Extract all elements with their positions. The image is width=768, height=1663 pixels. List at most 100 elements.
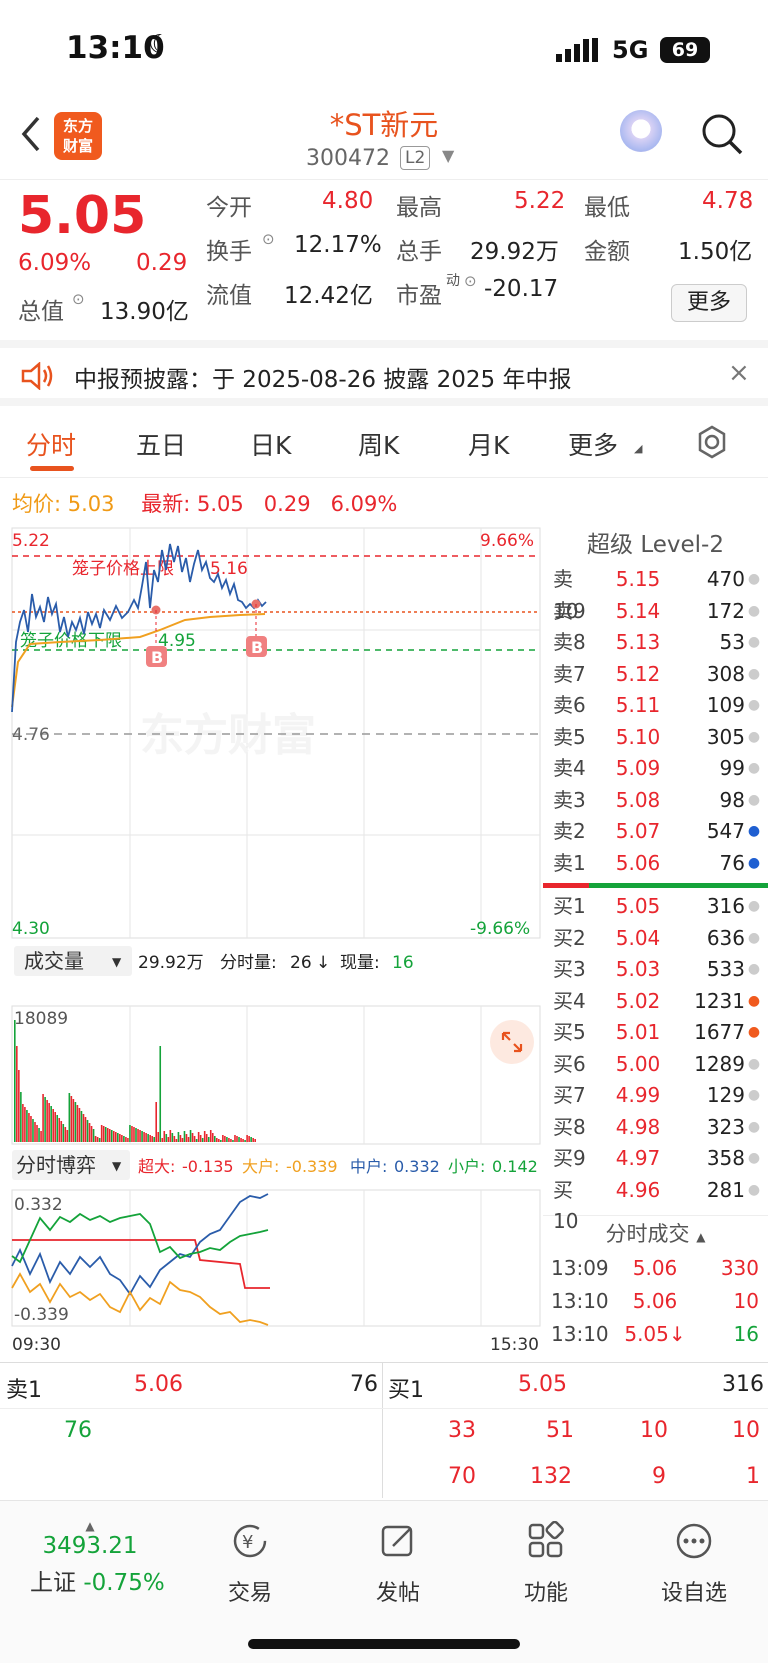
volume-bar bbox=[100, 1125, 103, 1142]
volume-bar bbox=[80, 1111, 83, 1142]
asks-row[interactable]: 卖8 5.13 53 ● bbox=[543, 627, 768, 659]
expand-icon[interactable] bbox=[490, 1020, 534, 1064]
status-dot-icon: ● bbox=[747, 823, 761, 839]
bids-volume: 323 bbox=[706, 1114, 745, 1139]
asks-row[interactable]: 卖1 5.06 76 ● bbox=[543, 848, 768, 880]
volume-bar bbox=[185, 1134, 188, 1142]
tab-monthly-k[interactable]: 月K bbox=[468, 426, 509, 462]
bids-row[interactable]: 买5 5.01 1677 ● bbox=[543, 1017, 768, 1049]
asks-row[interactable]: 卖9 5.14 172 ● bbox=[543, 596, 768, 628]
tab-function[interactable]: 功能 bbox=[486, 1520, 606, 1607]
trade-icon: ¥ bbox=[233, 1524, 267, 1558]
volume-bar bbox=[242, 1139, 244, 1142]
y-mid-label: 4.76 bbox=[12, 725, 50, 745]
volume-bar bbox=[62, 1124, 65, 1142]
volume-bar bbox=[175, 1139, 178, 1142]
more-button[interactable]: 更多 bbox=[671, 284, 747, 322]
svg-text:B: B bbox=[251, 638, 263, 657]
volume-bar bbox=[211, 1133, 214, 1142]
asks-level-label: 卖7 bbox=[553, 661, 586, 686]
asks-row[interactable]: 卖7 5.12 308 ● bbox=[543, 659, 768, 691]
index-ticker[interactable]: ▲ 3493.21 上证 -0.75% bbox=[30, 1519, 165, 1597]
volume-bar bbox=[133, 1127, 135, 1142]
volume-bar bbox=[127, 1138, 129, 1142]
close-icon[interactable]: × bbox=[728, 358, 750, 388]
volume-bar bbox=[137, 1129, 139, 1142]
info-icon[interactable]: ⊙ bbox=[72, 290, 85, 308]
bids-level-label: 买9 bbox=[553, 1146, 586, 1170]
bids-price: 5.02 bbox=[615, 988, 661, 1013]
buy-marker-b[interactable]: B bbox=[246, 636, 267, 657]
y-bot-label: 4.30 bbox=[12, 919, 50, 939]
status-dot-icon: ● bbox=[747, 1150, 761, 1166]
queue-bid-item: 10 bbox=[640, 1418, 668, 1443]
game-selector-label[interactable]: 分时博弈 bbox=[16, 1153, 96, 1177]
bids-row[interactable]: 买10 4.96 281 ● bbox=[543, 1175, 768, 1234]
status-dot-icon: ● bbox=[747, 1181, 761, 1198]
bids-row[interactable]: 买6 5.00 1289 ● bbox=[543, 1049, 768, 1081]
volume-bar bbox=[220, 1140, 222, 1142]
asks-row[interactable]: 卖4 5.09 99 ● bbox=[543, 753, 768, 785]
level2-badge: L2 bbox=[400, 146, 431, 170]
tab-weekly-k[interactable]: 周K bbox=[358, 426, 399, 462]
search-icon[interactable] bbox=[700, 112, 744, 156]
asks-volume: 76 bbox=[719, 850, 745, 875]
bids-row[interactable]: 买2 5.04 636 ● bbox=[543, 923, 768, 955]
robot-avatar-icon[interactable] bbox=[620, 110, 662, 152]
asks-volume: 109 bbox=[706, 693, 745, 717]
buy-marker-b[interactable]: B bbox=[146, 646, 167, 667]
volume-bars bbox=[14, 1020, 256, 1142]
asks-row[interactable]: 卖2 5.07 547 ● bbox=[543, 816, 768, 848]
volume-bar bbox=[222, 1135, 224, 1142]
intraday-chart[interactable]: 东方财富 5.22 9.66% 4.76 4.30 -9.66% 笼子价格上限 … bbox=[0, 522, 543, 1362]
tab-5day[interactable]: 五日 bbox=[136, 426, 186, 462]
volume-selector-label[interactable]: 成交量 bbox=[24, 949, 84, 973]
bids-volume: 1289 bbox=[694, 1051, 745, 1076]
open-value: 4.80 bbox=[322, 188, 374, 214]
quote-panel: 5.05 6.09% 0.29 总值 ⊙ 13.90亿 今开 4.80 最高 5… bbox=[0, 180, 768, 338]
volume-bar bbox=[104, 1127, 107, 1142]
bids-row[interactable]: 买4 5.02 1231 ● bbox=[543, 986, 768, 1018]
tab-add-watch[interactable]: 设自选 bbox=[634, 1521, 754, 1607]
tab-more[interactable]: 更多 bbox=[568, 426, 618, 462]
chevron-down-icon[interactable]: ▼ bbox=[442, 146, 454, 165]
asks-row[interactable]: 卖10 5.15 470 ● bbox=[543, 564, 768, 623]
volume-bar bbox=[147, 1134, 149, 1142]
volume-bar bbox=[58, 1118, 61, 1142]
change-pct: 6.09% bbox=[18, 250, 92, 276]
status-dot-icon: ● bbox=[747, 992, 761, 1009]
game-header: 分时博弈 ▼ 超大: -0.135 大户: -0.339 中户: 0.332 小… bbox=[12, 1150, 538, 1180]
tab-daily-k[interactable]: 日K bbox=[250, 426, 291, 462]
asks-volume: 172 bbox=[706, 598, 745, 623]
bids-volume: 533 bbox=[706, 957, 745, 981]
info-icon[interactable]: ⊙ bbox=[262, 230, 275, 248]
gear-icon[interactable] bbox=[694, 424, 730, 460]
asks-row[interactable]: 卖5 5.10 305 ● bbox=[543, 722, 768, 754]
bids-row[interactable]: 买3 5.03 533 ● bbox=[543, 954, 768, 986]
volume-bar bbox=[42, 1094, 44, 1142]
avg-value: 5.03 bbox=[67, 492, 115, 516]
info-icon[interactable]: ⊙ bbox=[464, 272, 477, 290]
tab-trade[interactable]: ¥ 交易 bbox=[190, 1521, 310, 1607]
asks-volume: 305 bbox=[706, 724, 745, 749]
tick-value: 26 bbox=[290, 953, 312, 973]
float-value: 12.42亿 bbox=[284, 283, 373, 309]
asks-row[interactable]: 卖6 5.11 109 ● bbox=[543, 690, 768, 722]
bids-row[interactable]: 买1 5.05 316 ● bbox=[543, 891, 768, 923]
tab-post[interactable]: 发帖 bbox=[338, 1521, 458, 1607]
notice-bar[interactable]: 中报预披露：于 2025-08-26 披露 2025 年中报 × bbox=[0, 340, 768, 406]
volume-bar bbox=[106, 1128, 109, 1142]
bids-level-label: 买2 bbox=[553, 925, 586, 950]
bids-price: 5.05 bbox=[615, 894, 661, 918]
volume-bar bbox=[14, 1020, 16, 1142]
bids-row[interactable]: 买9 4.97 358 ● bbox=[543, 1143, 768, 1175]
status-dot-icon: ● bbox=[747, 854, 761, 871]
bids-row[interactable]: 买8 4.98 323 ● bbox=[543, 1112, 768, 1144]
volume-bar bbox=[171, 1133, 174, 1142]
tab-intraday[interactable]: 分时 bbox=[26, 426, 76, 462]
bids-row[interactable]: 买7 4.99 129 ● bbox=[543, 1080, 768, 1112]
book-title[interactable]: 超级 Level-2 bbox=[543, 526, 768, 564]
volume-bar bbox=[60, 1121, 63, 1142]
bids-level-label: 买8 bbox=[553, 1114, 586, 1139]
asks-row[interactable]: 卖3 5.08 98 ● bbox=[543, 785, 768, 817]
